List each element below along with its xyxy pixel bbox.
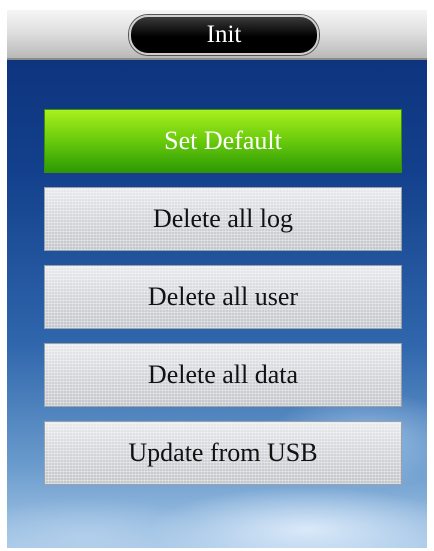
page-title: Init — [129, 15, 319, 55]
delete-all-log-button[interactable]: Delete all log — [44, 187, 402, 251]
screen: Init Set Default Delete all log Delete a… — [7, 10, 427, 548]
device-frame: Init Set Default Delete all log Delete a… — [0, 0, 434, 551]
update-from-usb-button[interactable]: Update from USB — [44, 421, 402, 485]
delete-all-user-button[interactable]: Delete all user — [44, 265, 402, 329]
set-default-button[interactable]: Set Default — [44, 109, 402, 173]
title-bar: Init — [7, 10, 427, 60]
delete-all-data-button[interactable]: Delete all data — [44, 343, 402, 407]
init-menu: Set Default Delete all log Delete all us… — [44, 109, 402, 499]
